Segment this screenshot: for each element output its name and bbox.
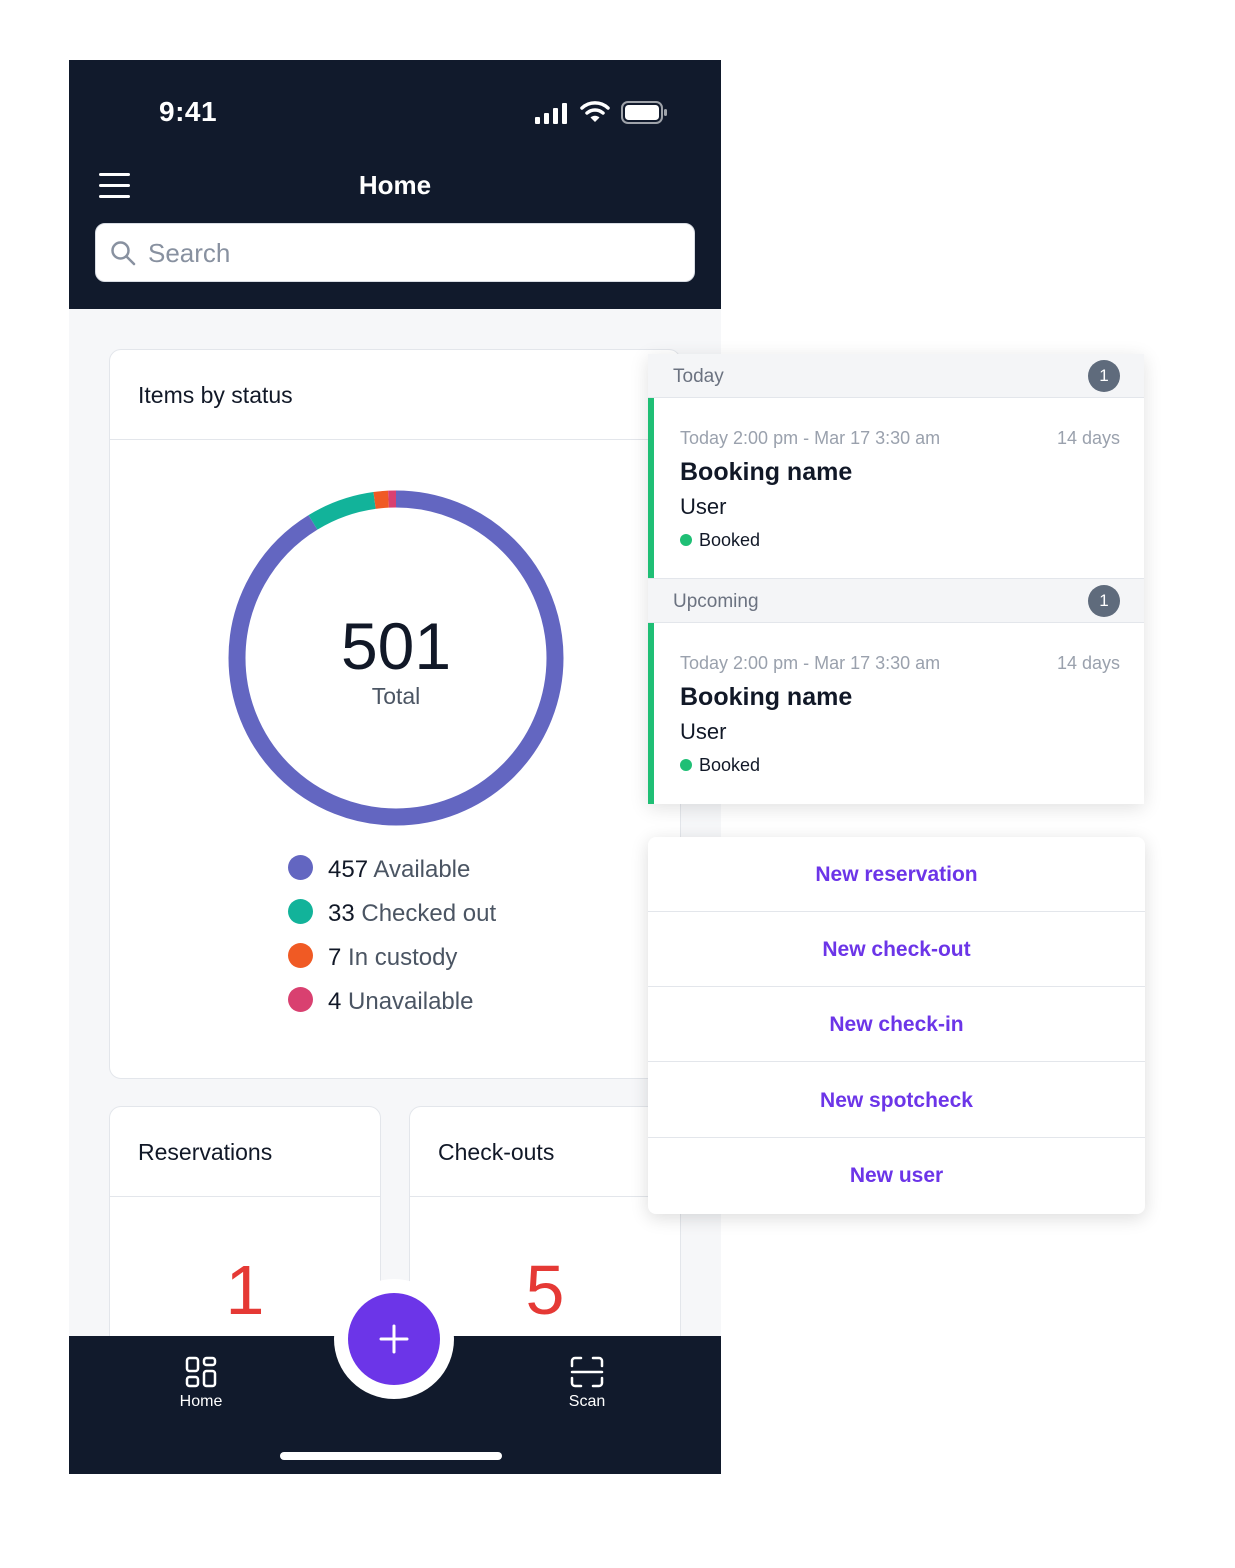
legend-count: 7 [328,944,342,971]
home-indicator [280,1452,502,1460]
status-icons [535,98,671,128]
legend-count: 4 [328,988,342,1015]
group-title: Today [673,366,724,387]
group-count-badge: 1 [1088,360,1120,392]
plus-icon [379,1324,409,1354]
group-header-upcoming: Upcoming 1 [648,579,1144,623]
booking-user: User [680,719,727,744]
phone-screen: 9:41 Home Search Items by status 501 Tot… [69,60,721,1474]
card-title: Check-outs [438,1139,555,1165]
booking-dates: Today 2:00 pm - Mar 17 3:30 am [680,428,941,448]
bookings-panel: Today 1 Today 2:00 pm - Mar 17 3:30 am 1… [648,354,1144,804]
new-spotcheck-button[interactable]: New spotcheck [648,1063,1145,1138]
group-count-badge: 1 [1088,585,1120,617]
booking-duration: 14 days [1056,428,1120,448]
search-icon [111,241,136,266]
new-actions-menu: New reservation New check-out New check-… [648,837,1145,1214]
booking-item[interactable]: Today 2:00 pm - Mar 17 3:30 am 14 days B… [648,398,1144,579]
legend-count: 33 [328,900,355,927]
add-fab-button[interactable] [348,1293,440,1385]
scan-icon [570,1356,604,1388]
legend-label: Checked out [361,900,497,927]
booking-duration: 14 days [1056,653,1120,673]
home-grid-icon [185,1356,217,1388]
status-dot-icon [680,534,692,546]
items-by-status-card: Items by status 501 Total 457 Available … [109,349,681,1079]
legend-count: 457 [328,856,369,883]
new-check-in-button[interactable]: New check-in [648,987,1145,1062]
booking-status: Booked [680,755,760,776]
new-reservation-button[interactable]: New reservation [648,837,1145,912]
group-header-today: Today 1 [648,354,1144,398]
card-header: Items by status [110,350,680,440]
booking-item[interactable]: Today 2:00 pm - Mar 17 3:30 am 14 days B… [648,623,1144,804]
legend-label: Available [373,856,471,883]
legend-label: In custody [348,944,458,971]
donut-total-value: 501 [340,609,452,683]
booking-status-label: Booked [699,755,761,775]
search-input[interactable] [148,232,668,274]
card-title: Reservations [138,1139,273,1165]
booking-user: User [680,494,727,519]
booking-name: Booking name [680,683,853,711]
page-title: Home [358,170,432,200]
legend-dot [288,899,313,924]
legend-label: Unavailable [348,988,474,1015]
legend-dot [288,943,313,968]
card-header: Reservations [110,1107,380,1197]
booking-status: Booked [680,530,760,551]
signal-icon [535,103,567,124]
nav-home-label: Home [179,1393,223,1410]
card-title: Items by status [138,382,293,408]
top-bar: 9:41 Home [69,60,721,309]
donut-total-label: Total [371,683,421,709]
status-time: 9:41 [159,96,218,127]
status-dot-icon [680,759,692,771]
wifi-icon [580,101,610,122]
nav-scan-label: Scan [568,1393,606,1410]
nav-home[interactable]: Home [151,1356,251,1411]
legend-dot [288,987,313,1012]
search-bar[interactable] [95,223,695,282]
group-title: Upcoming [673,591,759,612]
card-header: Check-outs [410,1107,680,1197]
booking-status-label: Booked [699,530,761,550]
new-user-button[interactable]: New user [648,1138,1145,1213]
new-check-out-button[interactable]: New check-out [648,912,1145,987]
booking-name: Booking name [680,458,853,486]
battery-icon [621,101,667,124]
booking-dates: Today 2:00 pm - Mar 17 3:30 am [680,653,941,673]
nav-scan[interactable]: Scan [537,1356,637,1411]
legend-dot [288,855,313,880]
